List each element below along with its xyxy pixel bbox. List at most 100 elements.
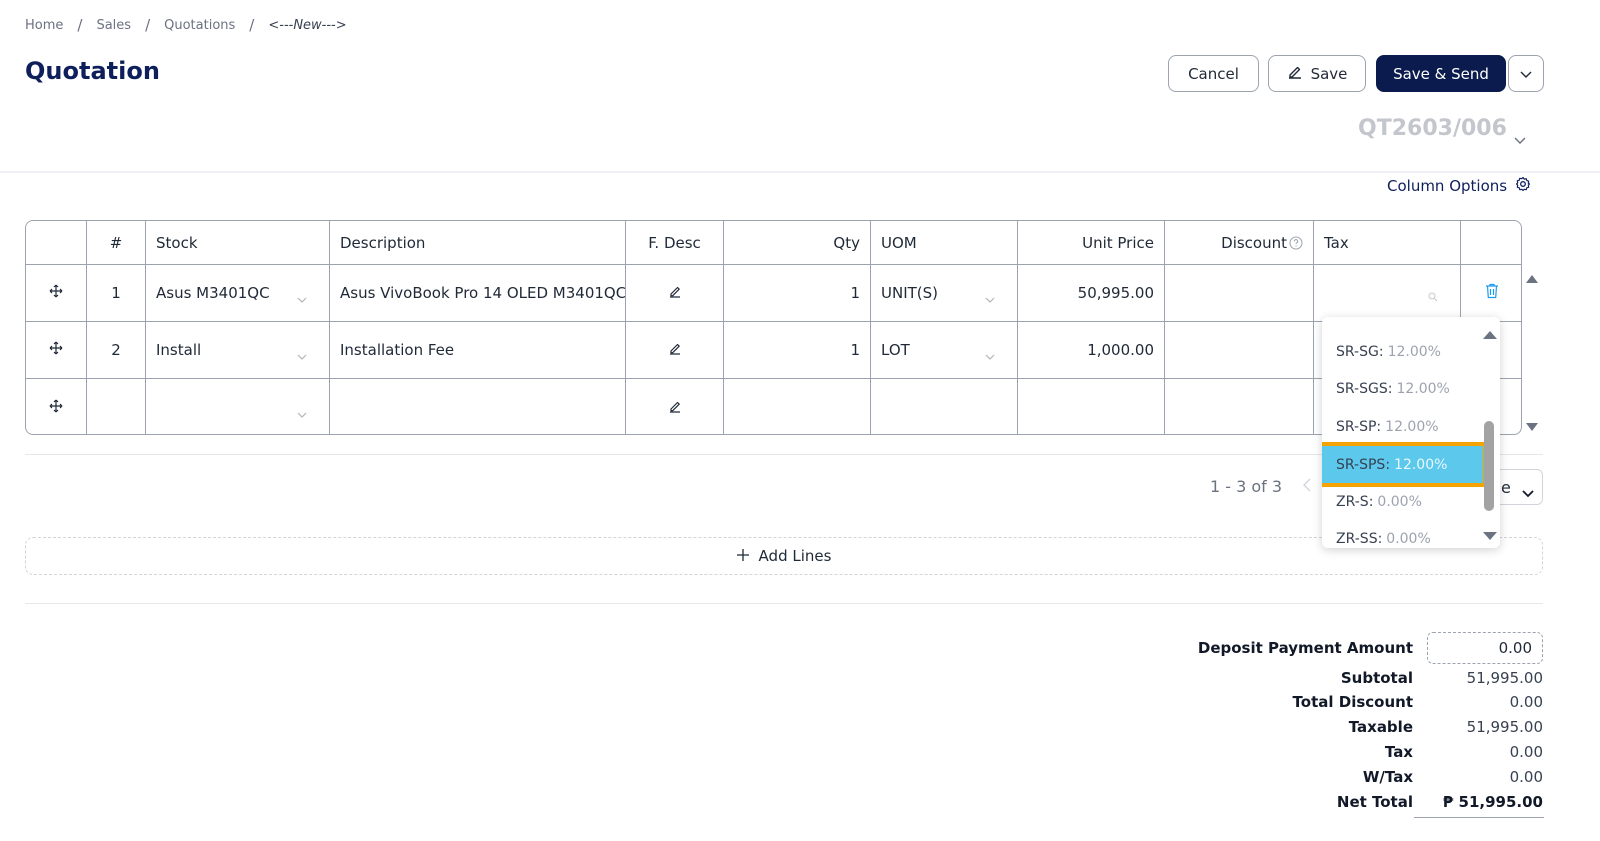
stock-select[interactable] xyxy=(146,379,330,434)
unit-price-input[interactable]: 1,000.00 xyxy=(1018,322,1165,378)
qty-input[interactable]: 1 xyxy=(724,265,871,321)
table-header-row: # Stock Description F. Desc Qty UOM Unit… xyxy=(26,221,1521,265)
tax-option-selected[interactable]: SR-SPS: 12.00% xyxy=(1322,442,1487,487)
tax-option-code: ZR-S: xyxy=(1336,493,1374,510)
line-items-table: # Stock Description F. Desc Qty UOM Unit… xyxy=(25,220,1522,435)
subtotal-label: Subtotal xyxy=(1340,669,1413,687)
header-uom: UOM xyxy=(871,221,1018,264)
trash-icon xyxy=(1485,283,1499,303)
prev-page-icon[interactable] xyxy=(1302,478,1312,496)
uom-select[interactable] xyxy=(871,379,1018,434)
tax-option-rate: 12.00% xyxy=(1387,343,1441,360)
more-actions-button[interactable] xyxy=(1508,55,1544,92)
uom-select[interactable]: UNIT(S) xyxy=(871,265,1018,321)
fdesc-edit-button[interactable] xyxy=(626,379,724,434)
row-number: 2 xyxy=(87,322,146,378)
net-total-underline xyxy=(1414,817,1544,818)
breadcrumb-current: <---New---> xyxy=(268,17,347,33)
row-number: 1 xyxy=(87,265,146,321)
document-number-selector[interactable]: QT2603/006 xyxy=(1358,116,1526,144)
taxable-label: Taxable xyxy=(1348,718,1413,736)
fdesc-edit-button[interactable] xyxy=(626,322,724,378)
dropdown-scrollbar-thumb[interactable] xyxy=(1484,421,1494,511)
tax-option[interactable]: SR-SG: 12.00% xyxy=(1322,333,1482,370)
unit-price-input[interactable]: 50,995.00 xyxy=(1018,265,1165,321)
pencil-icon xyxy=(668,284,682,302)
pencil-icon xyxy=(668,341,682,359)
discount-input[interactable] xyxy=(1165,265,1314,321)
tax-option[interactable]: SR-SP: 12.00% xyxy=(1322,408,1482,445)
plus-icon xyxy=(736,547,749,565)
add-lines-button[interactable]: Add Lines xyxy=(25,537,1543,575)
stock-value: Install xyxy=(156,341,202,359)
move-icon xyxy=(49,341,63,359)
tax-option-rate: 12.00% xyxy=(1396,380,1450,397)
move-icon xyxy=(49,284,63,302)
divider xyxy=(25,454,1543,455)
breadcrumb-sales[interactable]: Sales xyxy=(96,18,131,33)
save-button-label: Save xyxy=(1310,64,1348,83)
cancel-button[interactable]: Cancel xyxy=(1168,55,1259,92)
header-fdesc: F. Desc xyxy=(626,221,724,264)
document-number: QT2603/006 xyxy=(1358,116,1507,141)
drag-handle[interactable] xyxy=(26,322,87,378)
tax-select[interactable] xyxy=(1314,265,1461,321)
scroll-up-arrow[interactable] xyxy=(1526,270,1538,288)
save-button[interactable]: Save xyxy=(1268,55,1366,92)
header-discount: Discount xyxy=(1165,221,1314,264)
save-send-button[interactable]: Save & Send xyxy=(1376,55,1506,92)
scroll-down-arrow[interactable] xyxy=(1526,418,1538,436)
tax-option[interactable]: SR-SGS: 12.00% xyxy=(1322,370,1482,407)
divider xyxy=(25,603,1543,604)
description-input[interactable] xyxy=(330,379,626,434)
tax-option-code: ZR-SS: xyxy=(1336,530,1383,547)
taxable-value: 51,995.00 xyxy=(1466,718,1543,736)
dropdown-scroll-down-arrow[interactable] xyxy=(1483,527,1497,545)
description-input[interactable]: Installation Fee xyxy=(330,322,626,378)
help-icon[interactable] xyxy=(1289,236,1303,250)
discount-input[interactable] xyxy=(1165,379,1314,434)
tax-option[interactable]: ZR-SS: 0.00% xyxy=(1322,520,1482,548)
qty-input[interactable] xyxy=(724,379,871,434)
total-discount-value: 0.00 xyxy=(1509,693,1543,711)
breadcrumb: Home / Sales / Quotations / <---New---> xyxy=(25,16,347,34)
header-description: Description xyxy=(330,221,626,264)
tax-option-code: SR-SP: xyxy=(1336,418,1382,435)
tax-option[interactable]: ZR-S: 0.00% xyxy=(1322,483,1482,520)
tax-option-code: SR-SG: xyxy=(1336,343,1384,360)
subtotal-value: 51,995.00 xyxy=(1466,669,1543,687)
chevron-down-icon xyxy=(297,346,307,364)
save-send-button-label: Save & Send xyxy=(1393,64,1489,83)
table-row: 2 Install Installation Fee 1 LOT 1,000.0… xyxy=(26,322,1521,379)
stock-select[interactable]: Asus M3401QC xyxy=(146,265,330,321)
table-row: 1 Asus M3401QC Asus VivoBook Pro 14 OLED… xyxy=(26,265,1521,322)
deposit-amount-input[interactable]: 0.00 xyxy=(1427,632,1543,664)
fdesc-edit-button[interactable] xyxy=(626,265,724,321)
cancel-button-label: Cancel xyxy=(1188,64,1239,83)
total-discount-label: Total Discount xyxy=(1292,693,1413,711)
qty-input[interactable]: 1 xyxy=(724,322,871,378)
dropdown-scroll-up-arrow[interactable] xyxy=(1483,326,1497,344)
breadcrumb-quotations[interactable]: Quotations xyxy=(164,18,235,33)
header-qty: Qty xyxy=(724,221,871,264)
chevron-down-icon xyxy=(985,289,995,307)
column-options-label: Column Options xyxy=(1387,177,1508,195)
column-options-button[interactable]: Column Options xyxy=(1387,176,1531,196)
tax-option-rate: 0.00% xyxy=(1377,493,1422,510)
page-title: Quotation xyxy=(25,57,160,85)
tax-option-rate: 12.00% xyxy=(1394,456,1448,473)
discount-input[interactable] xyxy=(1165,322,1314,378)
stock-select[interactable]: Install xyxy=(146,322,330,378)
header-divider xyxy=(0,171,1600,173)
chevron-down-icon xyxy=(985,346,995,364)
unit-price-input[interactable] xyxy=(1018,379,1165,434)
breadcrumb-home[interactable]: Home xyxy=(25,18,63,33)
uom-value: LOT xyxy=(881,341,910,359)
drag-handle[interactable] xyxy=(26,265,87,321)
chevron-down-icon xyxy=(297,404,307,422)
description-input[interactable]: Asus VivoBook Pro 14 OLED M3401QC- xyxy=(330,265,626,321)
uom-select[interactable]: LOT xyxy=(871,322,1018,378)
tax-option-rate: 0.00% xyxy=(1386,530,1431,547)
drag-handle[interactable] xyxy=(26,379,87,434)
delete-row-button[interactable] xyxy=(1461,265,1521,321)
